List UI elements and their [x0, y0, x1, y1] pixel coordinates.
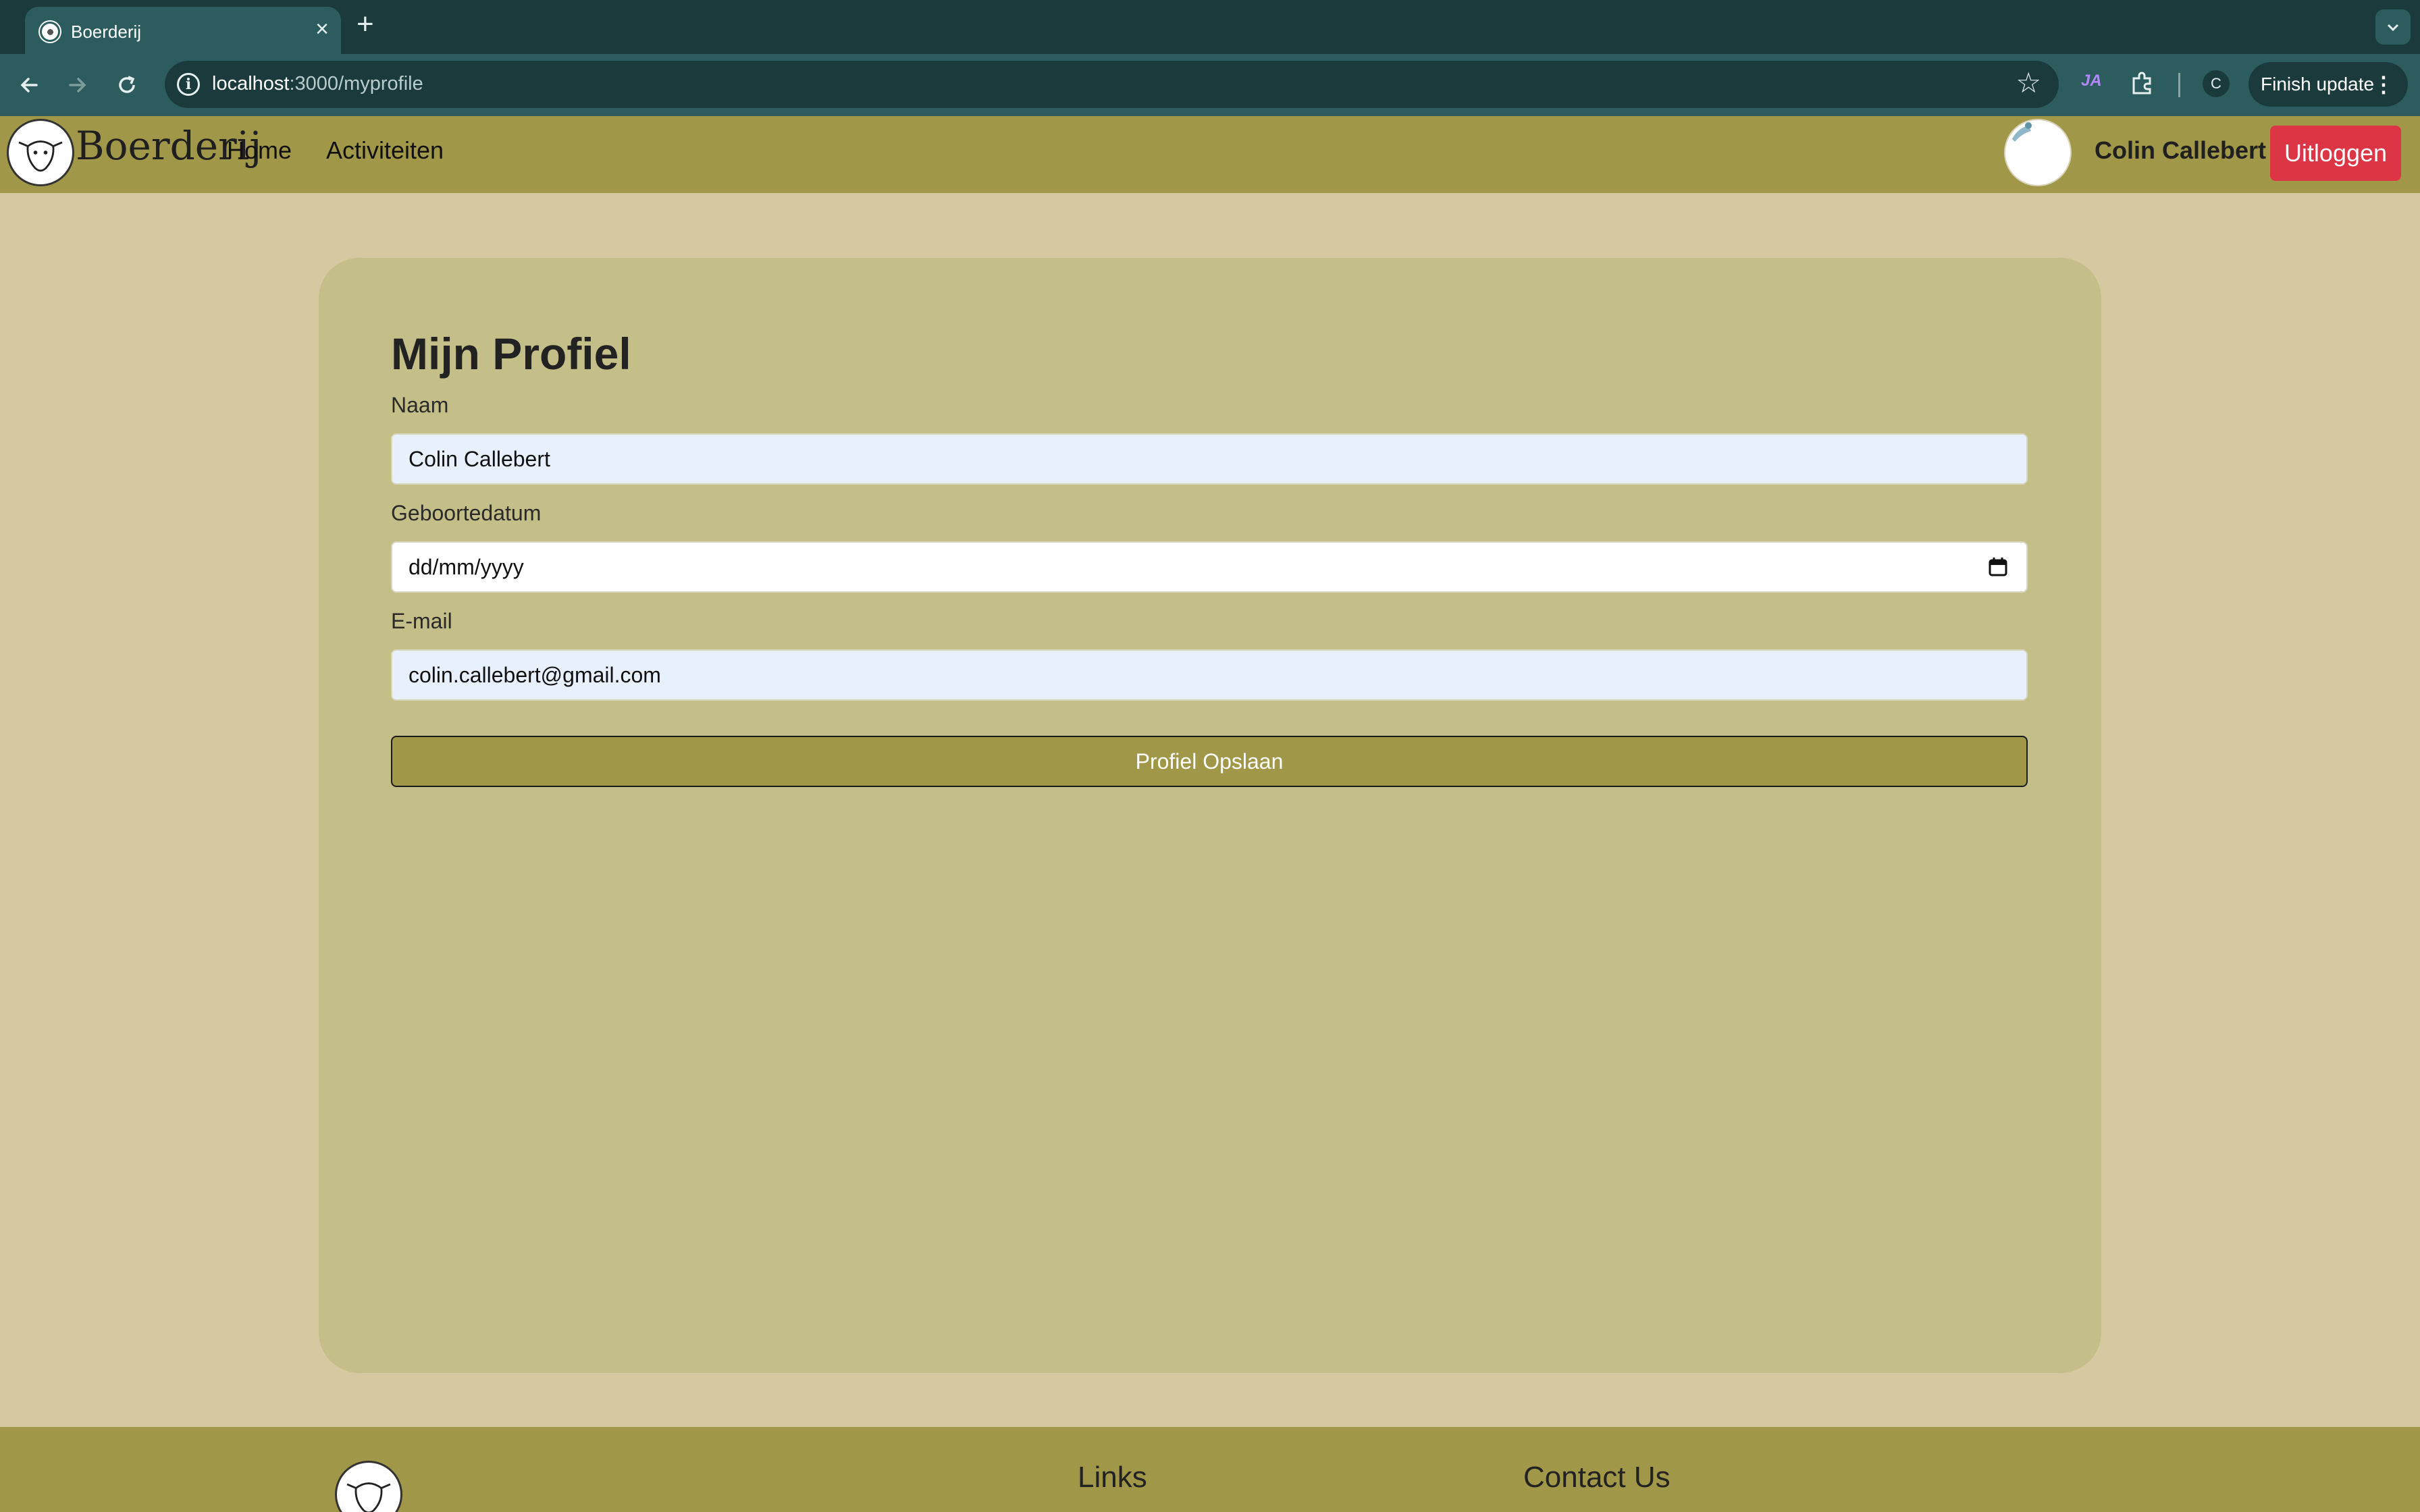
tab-title: Boerderij	[71, 22, 142, 42]
forward-icon[interactable]	[63, 72, 90, 99]
name-label: Naam	[391, 393, 449, 417]
extension-ja-icon[interactable]: JA	[2081, 72, 2102, 90]
browser-tabstrip: Boerderij × +	[0, 0, 2420, 54]
url-text[interactable]: localhost:3000/myprofile	[212, 73, 423, 95]
browser-tab[interactable]: Boerderij ×	[25, 7, 341, 54]
nav-link-activiteiten[interactable]: Activiteiten	[326, 136, 444, 165]
browser-toolbar: localhost:3000/myprofile ☆ JA C Finish u…	[0, 54, 2420, 116]
bookmark-star-icon[interactable]: ☆	[2016, 69, 2041, 97]
logout-button[interactable]: Uitloggen	[2270, 126, 2401, 181]
footer-links-heading: Links	[1078, 1461, 1147, 1494]
name-input[interactable]: Colin Callebert	[391, 433, 2028, 485]
birthdate-input[interactable]: dd/mm/yyyy	[391, 541, 2028, 593]
finish-update-label: Finish update	[2261, 74, 2375, 94]
cow-logo-icon[interactable]	[7, 119, 74, 186]
finish-update-button[interactable]: Finish update ⋮	[2248, 62, 2408, 107]
birthdate-label: Geboortedatum	[391, 501, 542, 525]
extensions-puzzle-icon[interactable]	[2128, 70, 2155, 97]
email-label: E-mail	[391, 609, 452, 633]
nav-link-home[interactable]: Home	[227, 136, 292, 165]
footer-cow-logo-icon	[335, 1461, 402, 1512]
page-title: Mijn Profiel	[391, 329, 631, 379]
user-name[interactable]: Colin Callebert	[2095, 136, 2266, 165]
close-tab-icon[interactable]: ×	[315, 18, 329, 40]
birthdate-placeholder: dd/mm/yyyy	[409, 555, 524, 579]
back-icon[interactable]	[16, 72, 43, 99]
kebab-menu-icon[interactable]: ⋮	[2373, 62, 2394, 107]
favicon-icon	[40, 22, 60, 42]
broken-image-icon	[2012, 122, 2032, 142]
footer-contact-heading: Contact Us	[1523, 1461, 1671, 1494]
reload-icon[interactable]	[113, 72, 140, 99]
email-input[interactable]: colin.callebert@gmail.com	[391, 649, 2028, 701]
site-footer: Links Contact Us	[0, 1427, 2420, 1512]
chevron-down-icon	[2387, 24, 2399, 32]
tab-search-button[interactable]	[2375, 9, 2411, 45]
save-profile-button[interactable]: Profiel Opslaan	[391, 736, 2028, 787]
profile-card: Mijn Profiel Naam Colin Callebert Geboor…	[319, 258, 2101, 1373]
browser-profile-avatar[interactable]: C	[2203, 70, 2230, 97]
site-info-icon[interactable]	[177, 73, 200, 96]
calendar-icon[interactable]	[1987, 556, 2009, 578]
toolbar-separator	[2178, 73, 2180, 97]
new-tab-icon[interactable]: +	[357, 9, 374, 39]
address-bar[interactable]: localhost:3000/myprofile ☆	[165, 61, 2059, 108]
site-navbar: Boerderij Home Activiteiten Colin Calleb…	[0, 116, 2420, 193]
